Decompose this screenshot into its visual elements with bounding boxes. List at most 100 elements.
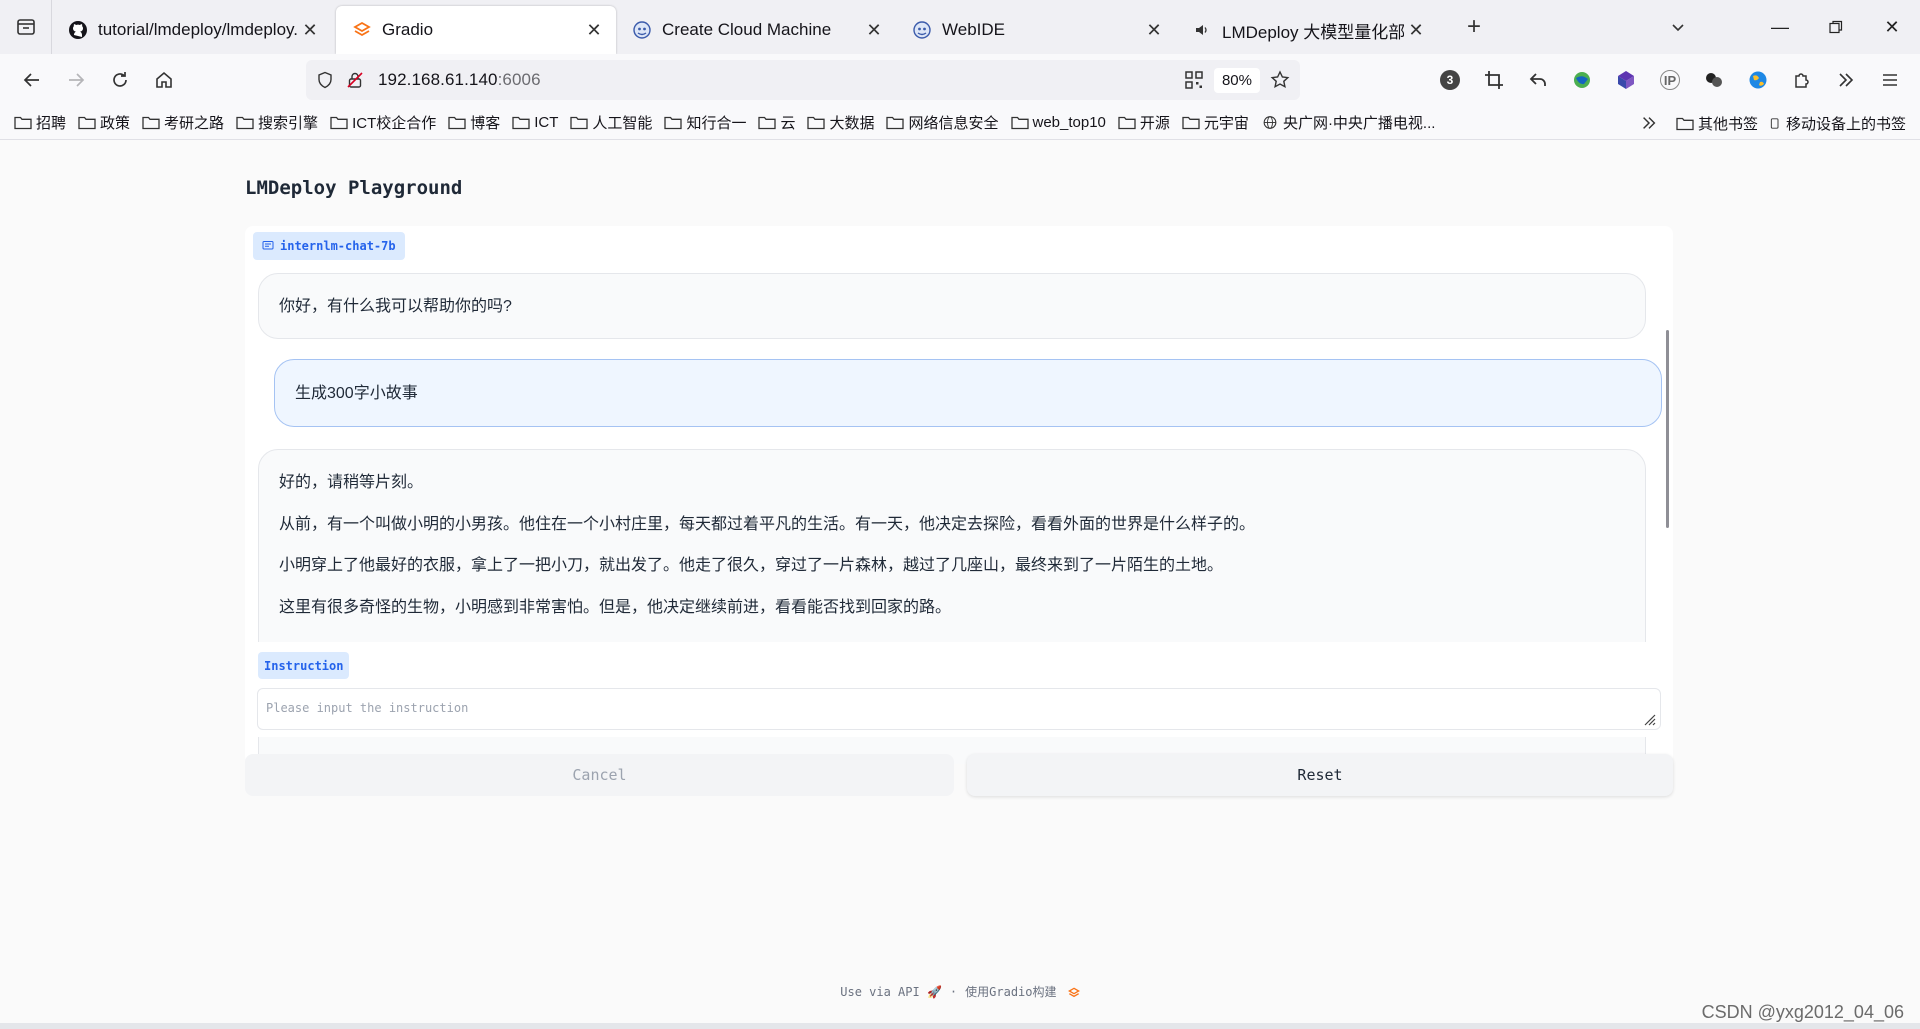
zoom-level-button[interactable]: 80%	[1213, 67, 1260, 93]
tab-lmdeploy-github[interactable]: tutorial/lmdeploy/lmdeploy.md ✕	[52, 6, 332, 54]
message-text: 生成300字小故事	[295, 385, 418, 402]
instruction-label: Instruction	[258, 652, 350, 679]
bookmark-label: 搜索引擎	[258, 115, 319, 132]
close-icon[interactable]: ✕	[298, 18, 322, 42]
address-bar[interactable]: 192.168.61.140:6006 80%	[306, 60, 1300, 100]
restore-button[interactable]	[1808, 0, 1864, 54]
tab-webide[interactable]: WebIDE ✕	[896, 6, 1176, 54]
list-all-tabs-button[interactable]	[1658, 0, 1698, 54]
url-text[interactable]: 192.168.61.140:6006	[378, 70, 541, 90]
bookmark-folder[interactable]: 云	[758, 112, 795, 133]
minimize-button[interactable]: —	[1752, 0, 1808, 54]
folder-icon	[1182, 116, 1200, 130]
insecure-lock-icon[interactable]	[346, 71, 364, 89]
use-via-api-text: Use via API	[840, 984, 920, 999]
shield-icon[interactable]	[316, 71, 334, 89]
bookmark-globe[interactable]: 央广网·中央广播电视...	[1261, 112, 1435, 133]
close-window-button[interactable]: ✕	[1864, 0, 1920, 54]
bookmark-folder[interactable]: ICT校企合作	[330, 112, 436, 133]
extension-cube-button[interactable]	[1606, 60, 1646, 100]
close-icon: ✕	[1884, 16, 1900, 37]
bookmark-folder[interactable]: 知行合一	[664, 112, 746, 133]
double-chevron-right-icon	[1839, 73, 1854, 87]
bookmark-folder[interactable]: 人工智能	[570, 112, 652, 133]
dots-extension-icon	[1706, 73, 1722, 87]
bookmarks-toolbar: 招聘 政策 考研之路 搜索引擎 ICT校企合作 博客 ICT 人工智能 知行合一 云 大数据 网络信息…	[0, 106, 1920, 140]
folder-icon	[330, 116, 348, 130]
cancel-button[interactable]: Cancel	[245, 754, 954, 796]
bookmark-folder[interactable]: 网络信息安全	[886, 112, 999, 133]
bookmark-folder[interactable]: 招聘	[14, 112, 66, 133]
bookmark-mobile[interactable]: 移动设备上的书签	[1770, 113, 1906, 134]
extension-counter-button[interactable]: 3	[1430, 60, 1470, 100]
built-with-gradio-link[interactable]: 使用Gradio构建	[965, 983, 1080, 1000]
bookmark-folder[interactable]: ICT	[512, 114, 558, 131]
new-tab-button[interactable]: +	[1454, 0, 1494, 54]
more-tools-button[interactable]	[1826, 60, 1866, 100]
tab-create-cloud-machine[interactable]: Create Cloud Machine ✕	[616, 6, 896, 54]
close-icon[interactable]: ✕	[582, 18, 606, 42]
undo-close-button[interactable]	[1518, 60, 1558, 100]
bookmark-label: web_top10	[1032, 114, 1106, 131]
folder-icon	[758, 116, 777, 130]
url-port: :6006	[497, 70, 541, 89]
use-via-api-link[interactable]: Use via API 🚀	[840, 985, 942, 999]
app-menu-button[interactable]	[1870, 60, 1910, 100]
folder-icon	[512, 116, 530, 130]
tab-title: LMDeploy 大模型量化部署实践	[1222, 22, 1404, 42]
bookmark-folder[interactable]: 开源	[1118, 112, 1170, 133]
ip-icon: IP	[1660, 70, 1680, 90]
reload-button[interactable]	[100, 60, 140, 100]
reset-button[interactable]: Reset	[967, 754, 1673, 796]
bookmark-label: ICT	[534, 114, 559, 131]
extension-globe-button[interactable]	[1562, 60, 1602, 100]
extensions-button[interactable]	[1782, 60, 1822, 100]
back-button[interactable]	[12, 60, 52, 100]
bookmark-other[interactable]: 其他书签	[1676, 113, 1758, 134]
ip-extension-button[interactable]: IP	[1650, 60, 1690, 100]
folder-icon	[142, 116, 160, 130]
webide-icon	[632, 20, 652, 40]
home-button[interactable]	[144, 60, 184, 100]
extension-earth-button[interactable]	[1738, 60, 1778, 100]
message-paragraph: 从前，有一个叫做小明的小男孩。他住在一个小村庄里，每天都过着平凡的生活。有一天，…	[279, 515, 1256, 533]
bookmark-label: 博客	[470, 115, 501, 132]
bookmark-folder[interactable]: 考研之路	[142, 112, 224, 133]
forward-button[interactable]	[56, 60, 96, 100]
screenshot-button[interactable]	[1474, 60, 1514, 100]
close-icon[interactable]: ✕	[1404, 18, 1428, 42]
close-icon[interactable]: ✕	[1142, 18, 1166, 42]
chat-scrollbar[interactable]	[1666, 330, 1669, 528]
page-title: LMDeploy Playground	[245, 177, 463, 199]
bookmark-folder[interactable]: 搜索引擎	[236, 112, 318, 133]
bookmark-folder[interactable]: 政策	[78, 112, 130, 133]
extension-dots-button[interactable]	[1694, 60, 1734, 100]
firefox-view-icon	[16, 19, 35, 35]
tab-lmdeploy-practice[interactable]: LMDeploy 大模型量化部署实践 ✕	[1176, 6, 1438, 54]
folder-icon	[807, 116, 826, 130]
arrow-right-icon	[69, 73, 85, 87]
bookmark-folder[interactable]: web_top10	[1010, 114, 1106, 131]
folder-icon	[448, 116, 466, 130]
chatbot-label-text: internlm-chat-7b	[280, 239, 396, 253]
bookmark-folder[interactable]: 博客	[448, 112, 500, 133]
reload-icon	[113, 72, 127, 87]
bookmark-folder[interactable]: 元宇宙	[1182, 112, 1249, 133]
double-chevron-right-icon[interactable]	[1640, 114, 1658, 132]
message-paragraph: 小明穿上了他最好的衣服，拿上了一把小刀，就出发了。他走了很久，穿过了一片森林，越…	[279, 557, 1224, 575]
qr-code-icon[interactable]	[1184, 70, 1204, 90]
bookmark-folder[interactable]: 大数据	[807, 112, 874, 133]
folder-icon	[1118, 116, 1136, 130]
firefox-view-button[interactable]	[0, 0, 52, 54]
bookmark-label: 招聘	[36, 115, 67, 132]
tab-bar: tutorial/lmdeploy/lmdeploy.md ✕ Gradio ✕…	[0, 0, 1920, 54]
badge-icon: 3	[1440, 70, 1460, 90]
resize-handle-icon[interactable]	[1642, 712, 1656, 726]
star-icon[interactable]	[1270, 70, 1290, 90]
instruction-input[interactable]: Please input the instruction	[257, 688, 1661, 730]
chatbot-label: internlm-chat-7b	[253, 232, 405, 260]
user-message: 生成300字小故事	[274, 359, 1662, 427]
folder-icon	[236, 116, 254, 130]
tab-gradio[interactable]: Gradio ✕	[336, 6, 616, 54]
close-icon[interactable]: ✕	[862, 18, 886, 42]
